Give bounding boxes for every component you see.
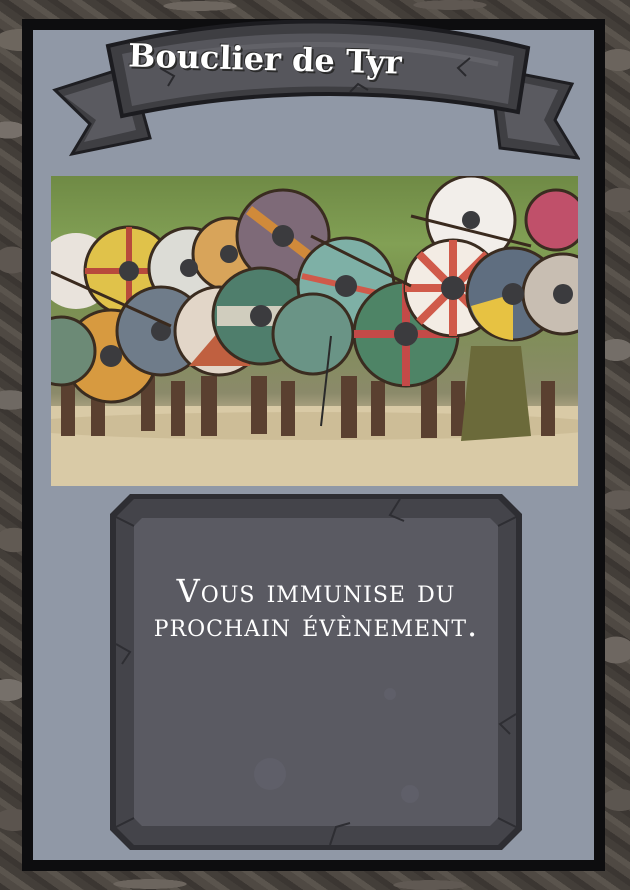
card-description: Vous immunise du prochain évènement. <box>153 572 479 644</box>
shield-wall-photo <box>51 176 578 486</box>
title-banner <box>52 19 580 160</box>
stone-text-box <box>110 494 522 850</box>
